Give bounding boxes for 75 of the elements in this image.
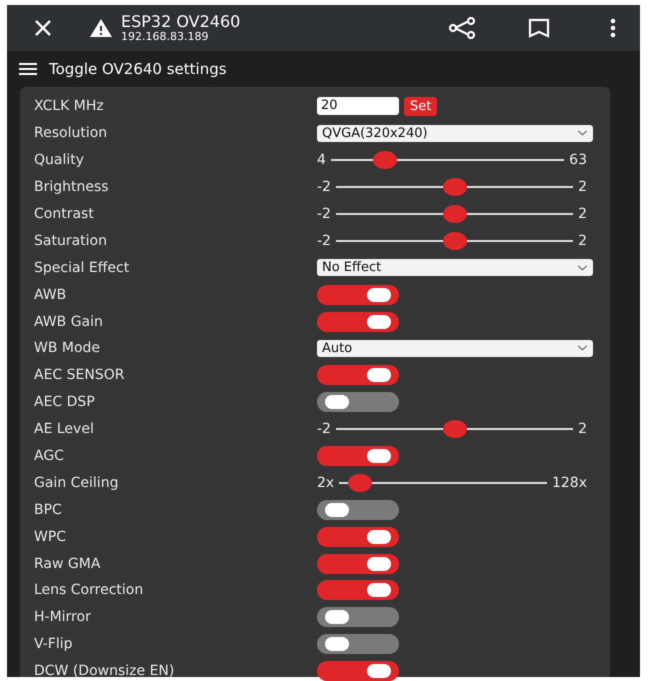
slider-thumb[interactable] [442, 232, 467, 250]
chevron-down-icon [577, 345, 588, 352]
slider-track[interactable] [330, 151, 564, 170]
slider-min: 2x [317, 474, 334, 491]
set-button[interactable]: Set [404, 96, 438, 116]
toggle-switch[interactable] [317, 500, 399, 520]
slider-thumb[interactable] [442, 205, 467, 223]
warning-icon [89, 18, 113, 38]
setting-label: Special Effect [33, 260, 130, 276]
section-toggle[interactable]: Toggle OV2640 settings [49, 60, 227, 78]
setting-label: Gain Ceiling [33, 474, 120, 491]
setting-label: V-Flip [33, 636, 74, 652]
setting-label: Resolution [33, 125, 108, 142]
slider-thumb[interactable] [442, 420, 467, 438]
setting-label: WPC [33, 528, 68, 545]
slider-max: 63 [569, 152, 587, 168]
slider-thumb[interactable] [372, 151, 397, 170]
toggle-switch[interactable] [317, 607, 399, 628]
slider-track[interactable] [336, 232, 574, 250]
toggle-switch[interactable] [317, 661, 399, 681]
setting-label: Saturation [33, 232, 108, 249]
toggle-switch[interactable] [317, 392, 399, 412]
close-icon[interactable] [33, 18, 53, 38]
setting-label: AWB [33, 286, 68, 303]
page-url: 192.168.83.189 [121, 31, 210, 42]
menu-icon[interactable] [19, 62, 37, 76]
toggle-switch[interactable] [317, 554, 399, 574]
setting-label: BPC [33, 502, 63, 518]
select-field[interactable]: QVGA(320x240) [317, 124, 593, 142]
slider-min: -2 [317, 206, 331, 222]
setting-label: AE Level [33, 421, 95, 438]
setting-label: Quality [33, 152, 86, 168]
slider-min: -2 [317, 421, 331, 438]
toggle-switch[interactable] [317, 284, 399, 305]
setting-label: WB Mode [33, 340, 102, 356]
chevron-down-icon [577, 264, 588, 271]
setting-label: Brightness [33, 179, 110, 196]
toggle-switch[interactable] [317, 312, 399, 332]
slider-max: 2 [578, 206, 587, 222]
toggle-switch[interactable] [317, 634, 399, 654]
slider-track[interactable] [336, 205, 574, 223]
select-field[interactable]: Auto [317, 340, 593, 357]
setting-label: DCW (Downsize EN) [33, 663, 176, 680]
select-field[interactable]: No Effect [317, 259, 593, 276]
setting-label: H-Mirror [33, 609, 92, 626]
chevron-down-icon [577, 130, 588, 136]
more-icon[interactable] [610, 18, 616, 38]
setting-label: Contrast [33, 206, 95, 222]
slider-thumb[interactable] [442, 178, 467, 196]
slider-min: 4 [317, 152, 326, 168]
slider-thumb[interactable] [348, 474, 372, 492]
toggle-switch[interactable] [317, 365, 399, 386]
toggle-switch[interactable] [317, 446, 399, 466]
slider-max: 2 [578, 421, 587, 438]
setting-label: AWB Gain [33, 314, 104, 330]
toggle-switch[interactable] [317, 580, 399, 600]
slider-min: -2 [317, 232, 331, 249]
setting-label: Lens Correction [33, 582, 144, 598]
setting-label: XCLK MHz [33, 98, 105, 114]
page-title: ESP32 OV2460 [121, 14, 242, 30]
setting-label: AEC SENSOR [33, 367, 126, 384]
slider-min: -2 [317, 179, 331, 196]
toggle-switch[interactable] [317, 526, 399, 547]
setting-label: AEC DSP [33, 394, 96, 410]
slider-max: 128x [552, 474, 587, 491]
slider-track[interactable] [339, 474, 547, 492]
share-icon[interactable] [448, 17, 476, 39]
slider-max: 2 [578, 179, 587, 196]
setting-label: AGC [33, 448, 65, 464]
setting-label: Raw GMA [33, 556, 102, 572]
slider-track[interactable] [336, 178, 574, 196]
bookmark-icon[interactable] [528, 18, 550, 38]
slider-track[interactable] [336, 420, 574, 438]
number-field[interactable]: 20 [317, 97, 399, 116]
slider-max: 2 [578, 232, 587, 249]
